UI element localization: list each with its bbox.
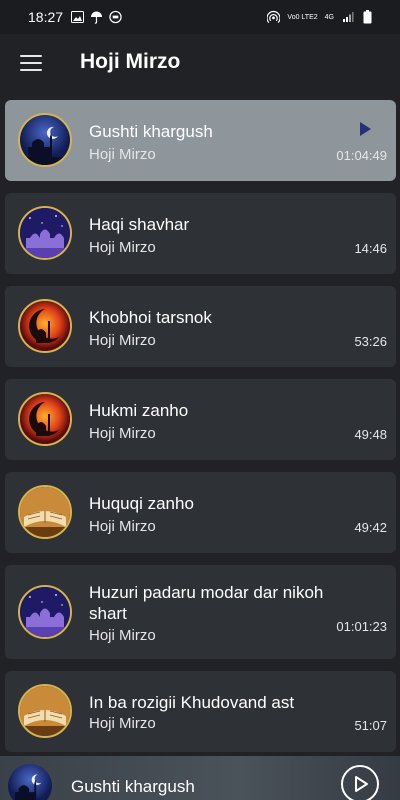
track-title: Huzuri padaru modar dar nikoh shart	[89, 583, 324, 623]
track-duration: 51:07	[354, 718, 387, 733]
vpn-icon	[109, 10, 122, 24]
track-artist: Hoji Mirzo	[89, 425, 156, 442]
track-item[interactable]: Hukmi zanho Hoji Mirzo 49:48	[5, 379, 396, 460]
track-thumbnail	[18, 485, 72, 539]
track-title: Khobhoi tarsnok	[89, 308, 212, 327]
network-type: 4G	[324, 13, 334, 21]
hotspot-icon	[267, 10, 281, 24]
status-time: 18:27	[28, 9, 64, 25]
track-item[interactable]: Haqi shavhar Hoji Mirzo 14:46	[5, 193, 396, 274]
track-duration: 01:04:49	[336, 148, 387, 163]
play-icon[interactable]	[358, 122, 372, 136]
track-title: Huquqi zanho	[89, 494, 194, 513]
track-thumbnail	[18, 585, 72, 639]
track-title: Gushti khargush	[89, 122, 213, 141]
track-item[interactable]: Huquqi zanho Hoji Mirzo 49:42	[5, 472, 396, 553]
track-artist: Hoji Mirzo	[89, 332, 156, 349]
track-duration: 49:42	[354, 520, 387, 535]
track-artist: Hoji Mirzo	[89, 627, 156, 644]
track-artist: Hoji Mirzo	[89, 715, 156, 732]
track-duration: 14:46	[354, 241, 387, 256]
umbrella-icon	[90, 11, 103, 24]
track-duration: 01:01:23	[336, 619, 387, 634]
signal-icon	[341, 11, 354, 24]
now-playing-thumbnail	[8, 764, 52, 800]
track-thumbnail	[18, 206, 72, 260]
track-duration: 53:26	[354, 334, 387, 349]
track-duration: 49:48	[354, 427, 387, 442]
hamburger-menu-icon[interactable]	[20, 55, 42, 73]
now-playing-title: Gushti khargush	[71, 777, 195, 796]
app-bar: Hoji Mirzo	[0, 34, 400, 94]
track-title: Haqi shavhar	[89, 215, 190, 234]
track-thumbnail	[18, 392, 72, 446]
track-artist: Hoji Mirzo	[89, 146, 156, 163]
track-title: Hukmi zanho	[89, 401, 189, 420]
track-item[interactable]: Gushti khargush Hoji Mirzo 01:04:49	[5, 100, 396, 181]
page-title: Hoji Mirzo	[80, 50, 181, 73]
network-label: Vo0 LTE2	[287, 13, 318, 21]
now-playing-bar[interactable]: Gushti khargush	[0, 756, 400, 800]
track-artist: Hoji Mirzo	[89, 518, 156, 535]
track-item[interactable]: Huzuri padaru modar dar nikoh shart Hoji…	[5, 565, 396, 659]
track-item[interactable]: In ba rozigii Khudovand ast Hoji Mirzo 5…	[5, 671, 396, 752]
track-thumbnail	[18, 684, 72, 738]
track-artist: Hoji Mirzo	[89, 239, 156, 256]
track-title: In ba rozigii Khudovand ast	[89, 693, 295, 712]
battery-icon	[361, 10, 374, 24]
track-thumbnail	[18, 113, 72, 167]
image-icon	[71, 11, 85, 24]
track-item[interactable]: Khobhoi tarsnok Hoji Mirzo 53:26	[5, 286, 396, 367]
play-circle-icon[interactable]	[341, 765, 379, 800]
status-bar: 18:27 Vo0 LTE2 4G	[0, 0, 400, 34]
track-thumbnail	[18, 299, 72, 353]
